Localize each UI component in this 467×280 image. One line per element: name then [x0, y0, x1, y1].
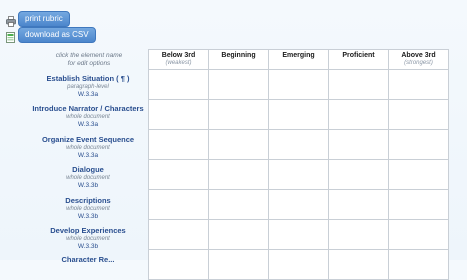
rubric-header-row: Below 3rd (weakest) Beginning Emerging Pr… [148, 49, 449, 70]
element-descriptions[interactable]: Descriptions whole document W.3.3b [28, 196, 148, 221]
rubric-cell[interactable] [328, 159, 389, 190]
element-organize-event-sequence[interactable]: Organize Event Sequence whole document W… [28, 135, 148, 160]
element-name-link[interactable]: Character Re... [28, 255, 148, 265]
rubric-cell[interactable] [328, 69, 389, 100]
rubric-cell[interactable] [208, 159, 269, 190]
rubric-cell[interactable] [388, 99, 449, 130]
element-name-link[interactable]: Dialogue [28, 165, 148, 175]
rubric-cell[interactable] [268, 249, 329, 280]
rubric-cell[interactable] [388, 219, 449, 250]
rubric-cell[interactable] [148, 69, 209, 100]
rubric-cell[interactable] [268, 129, 329, 160]
rubric-cell[interactable] [268, 99, 329, 130]
print-rubric-action[interactable]: print rubric [6, 11, 70, 27]
element-scope: whole document [66, 114, 110, 120]
rubric-cell[interactable] [328, 129, 389, 160]
column-header-beginning: Beginning [208, 49, 269, 70]
rubric-row [148, 69, 449, 100]
rubric-cell[interactable] [328, 189, 389, 220]
rubric-row [148, 159, 449, 190]
rubric-cell[interactable] [328, 219, 389, 250]
rubric-cell[interactable] [208, 219, 269, 250]
rubric-row [148, 99, 449, 130]
download-csv-button[interactable]: download as CSV [18, 27, 96, 43]
rubric-row [148, 129, 449, 160]
rubric-row [148, 189, 449, 220]
edit-options-hint: click the element name for edit options [40, 52, 138, 68]
rubric-cell[interactable] [388, 69, 449, 100]
rubric-cell[interactable] [388, 189, 449, 220]
rubric-cell[interactable] [148, 219, 209, 250]
column-header-proficient: Proficient [328, 49, 389, 70]
rubric-row [148, 249, 449, 280]
rubric-cell[interactable] [268, 159, 329, 190]
rubric-cell[interactable] [328, 249, 389, 280]
element-standard: W.3.3b [77, 243, 99, 250]
element-scope: whole document [66, 175, 110, 181]
spreadsheet-icon[interactable] [6, 30, 16, 43]
rubric-cell[interactable] [268, 219, 329, 250]
rubric-cell[interactable] [208, 189, 269, 220]
element-standard: W.3.3a [77, 152, 99, 159]
rubric-cell[interactable] [388, 129, 449, 160]
element-name-link[interactable]: Descriptions [28, 196, 148, 206]
element-standard: W.3.3a [77, 91, 99, 98]
rubric-cell[interactable] [268, 189, 329, 220]
element-scope: whole document [66, 236, 110, 242]
element-scope: paragraph-level [67, 84, 109, 90]
printer-icon[interactable] [6, 14, 16, 27]
rubric-cell[interactable] [208, 69, 269, 100]
element-name-link[interactable]: Develop Experiences [28, 226, 148, 236]
rubric-cell[interactable] [148, 249, 209, 280]
download-csv-action[interactable]: download as CSV [6, 27, 96, 43]
element-introduce-narrator[interactable]: Introduce Narrator / Characters whole do… [28, 104, 148, 129]
hint-line-1: click the element name [55, 52, 123, 59]
rubric-cell[interactable] [388, 249, 449, 280]
rubric-cell[interactable] [148, 189, 209, 220]
element-standard: W.3.3b [77, 213, 99, 220]
element-standard: W.3.3b [77, 182, 99, 189]
element-scope: whole document [66, 145, 110, 151]
column-header-below-3rd: Below 3rd (weakest) [148, 49, 209, 70]
element-name-link[interactable]: Establish Situation ( ¶ ) [28, 74, 148, 84]
rubric-cell[interactable] [148, 129, 209, 160]
element-scope: whole document [66, 206, 110, 212]
rubric-cell[interactable] [208, 129, 269, 160]
element-standard: W.3.3a [77, 121, 99, 128]
print-rubric-button[interactable]: print rubric [18, 11, 70, 27]
rubric-cell[interactable] [208, 99, 269, 130]
rubric-cell[interactable] [328, 99, 389, 130]
column-header-above-3rd: Above 3rd (strongest) [388, 49, 449, 70]
element-develop-experiences[interactable]: Develop Experiences whole document W.3.3… [28, 226, 148, 251]
rubric-grid: Below 3rd (weakest) Beginning Emerging Pr… [148, 49, 449, 280]
column-header-emerging: Emerging [268, 49, 329, 70]
element-name-link[interactable]: Introduce Narrator / Characters [28, 104, 148, 114]
element-dialogue[interactable]: Dialogue whole document W.3.3b [28, 165, 148, 190]
rubric-cell[interactable] [148, 99, 209, 130]
element-name-link[interactable]: Organize Event Sequence [28, 135, 148, 145]
rubric-cell[interactable] [148, 159, 209, 190]
rubric-cell[interactable] [208, 249, 269, 280]
rubric-row [148, 219, 449, 250]
rubric-cell[interactable] [268, 69, 329, 100]
rubric-cell[interactable] [388, 159, 449, 190]
element-establish-situation[interactable]: Establish Situation ( ¶ ) paragraph-leve… [28, 74, 148, 99]
element-character-response[interactable]: Character Re... [28, 255, 148, 265]
hint-line-2: for edit options [67, 60, 111, 67]
